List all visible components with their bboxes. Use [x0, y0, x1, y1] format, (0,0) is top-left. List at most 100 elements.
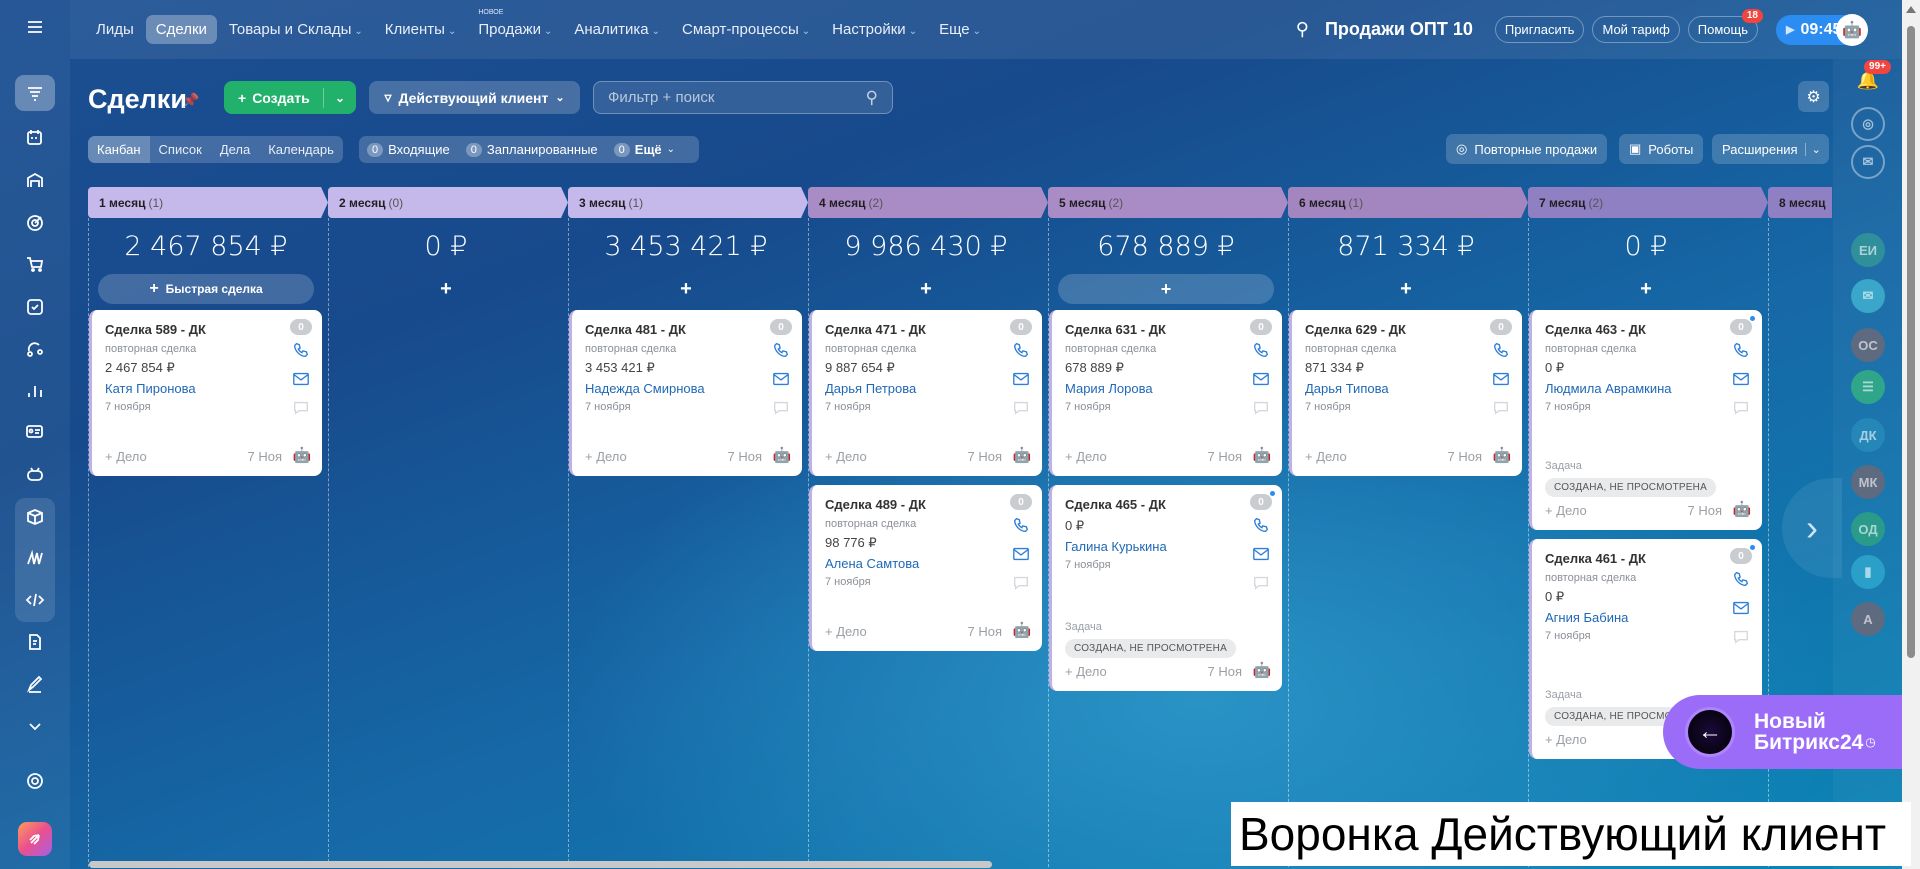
- deal-contact-link[interactable]: Мария Лорова: [1065, 381, 1156, 396]
- mail-icon[interactable]: [1252, 370, 1270, 393]
- chat-icon[interactable]: [292, 399, 310, 422]
- chat-avatar[interactable]: ЕИ: [1851, 233, 1885, 267]
- repeat-sales-button[interactable]: ◎ Повторные продажи: [1446, 134, 1608, 164]
- phone-icon[interactable]: [1252, 516, 1270, 539]
- nav-item[interactable]: Еще ⌄: [929, 15, 991, 44]
- chat-icon[interactable]: [1732, 628, 1750, 651]
- mail-icon[interactable]: [1732, 599, 1750, 622]
- responsible-avatar-icon[interactable]: 🤖: [292, 446, 312, 466]
- nav-item[interactable]: Товары и Склады ⌄: [219, 15, 373, 44]
- copilot-icon[interactable]: ◎: [1851, 107, 1885, 141]
- counter-more[interactable]: 0 Ещё ⌄: [613, 142, 675, 157]
- chat-icon[interactable]: [1732, 399, 1750, 422]
- bookmark-icon[interactable]: ▮: [1851, 555, 1885, 589]
- box-icon[interactable]: [15, 499, 55, 535]
- market-icon[interactable]: [15, 540, 55, 576]
- chat-avatar[interactable]: А: [1851, 602, 1885, 636]
- add-deal-plus-icon[interactable]: +: [328, 278, 564, 301]
- analytics-icon[interactable]: [15, 373, 55, 409]
- deal-contact-link[interactable]: Алена Самтова: [825, 556, 919, 571]
- chat-avatar[interactable]: МК: [1851, 465, 1885, 499]
- chat-icon[interactable]: [772, 399, 790, 422]
- notifications-bell-icon[interactable]: 🔔 99+: [1851, 60, 1891, 97]
- column-header[interactable]: 3 месяц (1): [568, 187, 808, 218]
- tab-activities[interactable]: Дела: [211, 136, 259, 163]
- add-activity-button[interactable]: + Дело: [1065, 664, 1208, 679]
- crm-funnel-icon[interactable]: [15, 75, 55, 111]
- responsible-avatar-icon[interactable]: 🤖: [1732, 500, 1752, 520]
- chat-icon[interactable]: [1012, 574, 1030, 597]
- phone-icon[interactable]: [772, 341, 790, 364]
- search-input[interactable]: [608, 89, 848, 106]
- deal-contact-link[interactable]: Надежда Смирнова: [585, 381, 705, 396]
- deal-title[interactable]: Сделка 471 - ДК: [825, 322, 926, 337]
- nav-item[interactable]: Смарт-процессы ⌄: [672, 15, 820, 44]
- settings-gear-icon[interactable]: [15, 763, 55, 799]
- chat-icon[interactable]: [1252, 399, 1270, 422]
- new-bitrix24-promo[interactable]: ← Новый Битрикс24 ◷: [1663, 695, 1902, 769]
- invite-button[interactable]: Пригласить: [1494, 16, 1585, 43]
- deal-title[interactable]: Сделка 461 - ДК: [1545, 551, 1646, 566]
- deal-card[interactable]: Сделка 471 - ДК повторная сделка 9 887 654…: [809, 310, 1042, 476]
- chat-icon[interactable]: ✉: [1851, 279, 1885, 313]
- nav-item[interactable]: Лиды: [86, 15, 144, 44]
- tasks-icon[interactable]: [15, 289, 55, 325]
- phone-icon[interactable]: [1012, 516, 1030, 539]
- column-header[interactable]: 2 месяц (0): [328, 187, 568, 218]
- contact-card-icon[interactable]: [15, 414, 55, 450]
- portal-name[interactable]: Продажи ОПТ 10: [1325, 19, 1473, 40]
- deal-title[interactable]: Сделка 481 - ДК: [585, 322, 686, 337]
- column-header[interactable]: 7 месяц (2): [1528, 187, 1768, 218]
- signature-icon[interactable]: [15, 666, 55, 702]
- deal-card[interactable]: Сделка 463 - ДК повторная сделка 0 ₽ Людмил…: [1529, 310, 1762, 530]
- deal-contact-link[interactable]: Людмила Аврамкина: [1545, 381, 1672, 396]
- mail-icon[interactable]: [292, 370, 310, 393]
- scroll-up-arrow[interactable]: [1906, 6, 1916, 13]
- menu-icon[interactable]: [15, 9, 55, 45]
- deal-title[interactable]: Сделка 631 - ДК: [1065, 322, 1166, 337]
- column-header[interactable]: 8 месяц: [1768, 187, 1832, 218]
- filter-search[interactable]: ⚲: [593, 81, 893, 114]
- phone-icon[interactable]: [1252, 341, 1270, 364]
- chat-icon[interactable]: ✉: [1851, 145, 1885, 179]
- tab-calendar[interactable]: Календарь: [259, 136, 343, 163]
- mail-icon[interactable]: [772, 370, 790, 393]
- add-activity-button[interactable]: + Дело: [1065, 449, 1208, 464]
- add-activity-button[interactable]: + Дело: [585, 449, 728, 464]
- quick-deal-button[interactable]: + Быстрая сделка: [98, 274, 314, 304]
- nav-item[interactable]: Настройки ⌄: [822, 15, 927, 44]
- tab-kanban[interactable]: Канбан: [88, 136, 150, 163]
- responsible-avatar-icon[interactable]: 🤖: [1012, 446, 1032, 466]
- chat-avatar[interactable]: ДК: [1851, 418, 1885, 452]
- add-activity-button[interactable]: + Дело: [825, 624, 968, 639]
- nav-item[interactable]: Сделки: [145, 15, 217, 44]
- column-header[interactable]: 5 месяц (2): [1048, 187, 1288, 218]
- search-icon[interactable]: ⚲: [866, 88, 878, 108]
- nav-item[interactable]: Продажи ⌄ НОВОЕ: [468, 9, 562, 44]
- code-icon[interactable]: [15, 582, 55, 618]
- column-header[interactable]: 4 месяц (2): [808, 187, 1048, 218]
- my-tariff-button[interactable]: Мой тариф: [1592, 16, 1680, 43]
- mail-icon[interactable]: [1012, 545, 1030, 568]
- doc-icon[interactable]: ☰: [1851, 370, 1885, 404]
- add-activity-button[interactable]: + Дело: [1305, 449, 1448, 464]
- chat-icon[interactable]: [1012, 399, 1030, 422]
- phone-icon[interactable]: [1732, 341, 1750, 364]
- responsible-avatar-icon[interactable]: 🤖: [1252, 446, 1272, 466]
- pin-icon[interactable]: 📌: [182, 92, 199, 109]
- add-deal-plus-icon[interactable]: +: [808, 278, 1044, 301]
- phone-icon[interactable]: [292, 341, 310, 364]
- phone-icon[interactable]: [1492, 341, 1510, 364]
- chat-icon[interactable]: [1492, 399, 1510, 422]
- column-header[interactable]: 6 месяц (1): [1288, 187, 1528, 218]
- add-deal-plus-icon[interactable]: +: [1288, 278, 1524, 301]
- responsible-avatar-icon[interactable]: 🤖: [1012, 621, 1032, 641]
- deal-card[interactable]: Сделка 589 - ДК повторная сделка 2 467 854…: [89, 310, 322, 476]
- chevron-down-icon[interactable]: [15, 708, 55, 744]
- scrollbar-thumb[interactable]: [1907, 26, 1915, 658]
- help-button[interactable]: Помощь 18: [1687, 9, 1763, 43]
- deal-title[interactable]: Сделка 589 - ДК: [105, 322, 206, 337]
- create-button[interactable]: + Создать ⌄: [224, 81, 356, 114]
- add-activity-button[interactable]: + Дело: [825, 449, 968, 464]
- document-edit-icon[interactable]: [15, 624, 55, 660]
